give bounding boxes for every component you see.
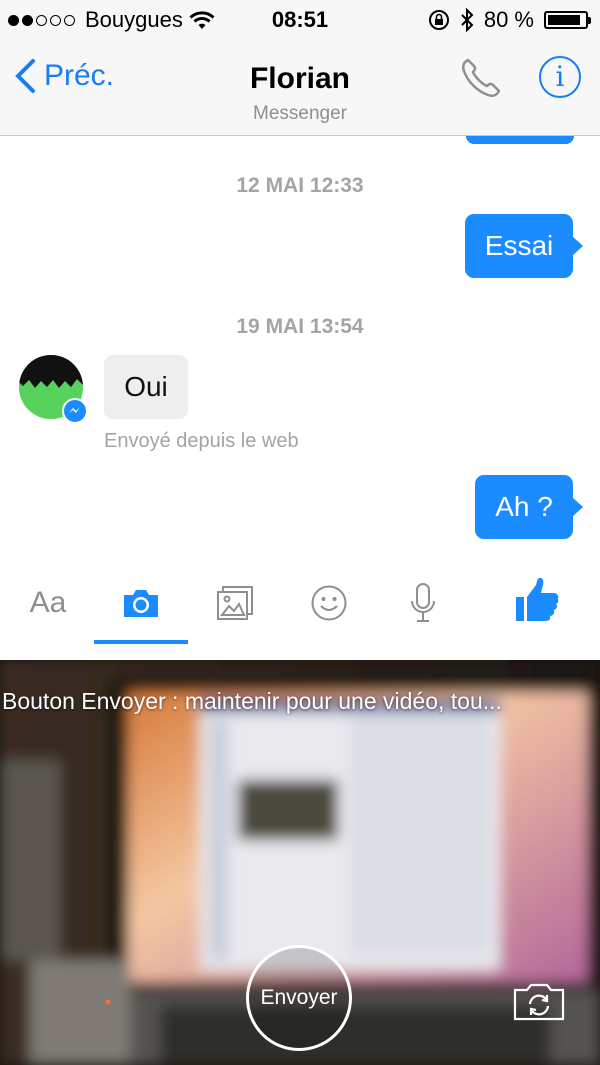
thumbs-up-icon [516,577,559,621]
text-input-tab[interactable]: Aa [22,578,74,628]
emoji-tab[interactable] [306,578,352,628]
camera-tab[interactable] [118,578,164,628]
rotation-lock-icon [428,10,449,30]
info-icon[interactable]: i [539,56,581,98]
send-capture-button[interactable]: Envoyer [246,945,352,1051]
composer-toolbar: Aa [0,560,600,660]
microphone-icon [411,583,435,622]
previous-message-bubble [466,136,574,144]
message-source-note: Envoyé depuis le web [104,430,299,452]
camera-icon [124,590,158,617]
incoming-message[interactable]: Oui [104,355,188,419]
voice-tab[interactable] [400,578,446,628]
conversation-title: Florian [249,62,350,95]
status-right: 80 % [428,7,591,33]
battery-percent: 80 % [483,7,534,32]
phone-call-icon[interactable] [458,55,504,101]
photo-gallery-icon [217,586,253,620]
status-bar: Bouygues 08:51 80 % [0,0,600,40]
messenger-badge-icon [62,398,88,424]
camera-viewfinder[interactable]: Bouton Envoyer : maintenir pour une vidé… [0,660,600,1065]
camera-hint-text: Bouton Envoyer : maintenir pour une vidé… [2,688,502,714]
smiley-icon [311,585,347,621]
battery-icon [544,11,591,29]
bluetooth-icon [461,8,474,32]
gallery-tab[interactable] [212,578,258,628]
active-tab-indicator [94,640,188,644]
conversation-subtitle: Messenger [253,103,347,124]
outgoing-message[interactable]: Ah ? [475,475,583,539]
timestamp: 19 MAI 13:54 [236,315,364,338]
outgoing-message[interactable]: Essai [465,214,583,278]
like-button[interactable] [512,574,562,624]
navigation-bar: Préc. Florian Messenger i [0,40,600,136]
switch-camera-icon[interactable] [512,982,566,1022]
timestamp: 12 MAI 12:33 [236,174,364,197]
